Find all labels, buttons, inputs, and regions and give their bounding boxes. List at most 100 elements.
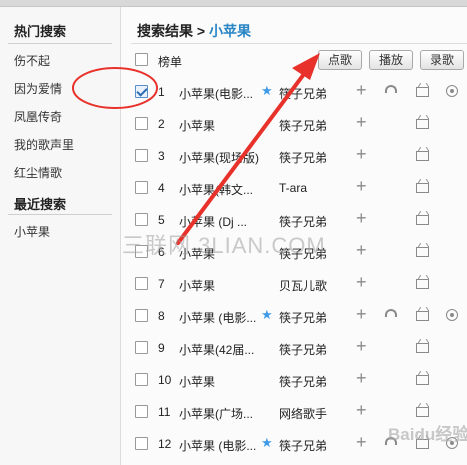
row-checkbox[interactable] xyxy=(135,149,148,162)
row-checkbox[interactable] xyxy=(135,117,148,130)
sidebar-divider xyxy=(8,43,112,44)
add-icon[interactable]: + xyxy=(356,433,367,451)
artist-name[interactable]: 网络歌手 xyxy=(279,405,327,422)
row-checkbox[interactable] xyxy=(135,309,148,322)
song-row[interactable]: 10 小苹果 筷子兄弟 + xyxy=(121,364,467,396)
artist-name[interactable]: 筷子兄弟 xyxy=(279,117,327,134)
query-text: 小苹果 xyxy=(208,23,251,39)
row-number: 4 xyxy=(158,181,165,195)
add-icon[interactable]: + xyxy=(356,177,367,195)
add-icon[interactable]: + xyxy=(356,401,367,419)
song-row[interactable]: 2 小苹果 筷子兄弟 + xyxy=(121,108,467,140)
song-title[interactable]: 小苹果(现场版) xyxy=(179,149,263,166)
tv-icon[interactable] xyxy=(416,119,429,129)
tv-icon[interactable] xyxy=(416,215,429,225)
row-number: 12 xyxy=(158,437,172,451)
record-button[interactable]: 录歌 xyxy=(420,50,465,70)
request-song-button[interactable]: 点歌 xyxy=(318,50,363,70)
song-title[interactable]: 小苹果(42届... xyxy=(179,341,263,358)
artist-name[interactable]: 筷子兄弟 xyxy=(279,309,327,326)
chart-label: 榜单 xyxy=(158,55,183,69)
song-row[interactable]: 8 小苹果 (电影... ★ 筷子兄弟 + xyxy=(121,300,467,332)
hot-search-item[interactable]: 红尘情歌 xyxy=(14,164,62,181)
play-circle-icon[interactable] xyxy=(446,309,458,321)
breadcrumb-separator: > xyxy=(196,23,206,39)
row-number: 9 xyxy=(158,341,165,355)
add-icon[interactable]: + xyxy=(356,145,367,163)
headphone-icon[interactable] xyxy=(385,85,397,93)
song-title[interactable]: 小苹果 xyxy=(179,373,263,390)
row-number: 1 xyxy=(158,85,165,99)
tv-icon[interactable] xyxy=(416,311,429,321)
tv-icon[interactable] xyxy=(416,183,429,193)
song-row[interactable]: 7 小苹果 贝瓦儿歌 + xyxy=(121,268,467,300)
row-checkbox[interactable] xyxy=(135,181,148,194)
star-icon: ★ xyxy=(261,83,273,98)
add-icon[interactable]: + xyxy=(356,369,367,387)
tv-icon[interactable] xyxy=(416,375,429,385)
tv-icon[interactable] xyxy=(416,247,429,257)
row-checkbox[interactable] xyxy=(135,341,148,354)
song-row[interactable]: 4 小苹果(韩文... T-ara + xyxy=(121,172,467,204)
song-title[interactable]: 小苹果(韩文... xyxy=(179,181,263,198)
play-button[interactable]: 播放 xyxy=(369,50,414,70)
row-checkbox[interactable] xyxy=(135,405,148,418)
results-heading: 搜索结果 > 小苹果 xyxy=(137,21,251,41)
tv-icon[interactable] xyxy=(416,407,429,417)
recent-search-item[interactable]: 小苹果 xyxy=(14,223,50,240)
add-icon[interactable]: + xyxy=(356,209,367,227)
song-title[interactable]: 小苹果 xyxy=(179,117,263,134)
artist-name[interactable]: 筷子兄弟 xyxy=(279,437,327,454)
row-checkbox[interactable] xyxy=(135,373,148,386)
song-row[interactable]: 3 小苹果(现场版) 筷子兄弟 + xyxy=(121,140,467,172)
results-label: 搜索结果 xyxy=(137,23,193,39)
headphone-icon[interactable] xyxy=(385,309,397,317)
row-checkbox[interactable] xyxy=(135,277,148,290)
row-checkbox[interactable] xyxy=(135,437,148,450)
song-title[interactable]: 小苹果(广场... xyxy=(179,405,263,422)
song-row[interactable]: 9 小苹果(42届... 筷子兄弟 + xyxy=(121,332,467,364)
row-number: 11 xyxy=(158,405,171,419)
row-number: 7 xyxy=(158,277,165,291)
artist-name[interactable]: 筷子兄弟 xyxy=(279,85,327,102)
star-icon: ★ xyxy=(261,307,273,322)
sidebar: 热门搜索 伤不起 因为爱情 凤凰传奇 我的歌声里 红尘情歌 最近搜索 小苹果 xyxy=(0,7,121,465)
star-icon: ★ xyxy=(261,435,273,450)
song-title[interactable]: 小苹果 (电影... xyxy=(179,309,263,326)
add-icon[interactable]: + xyxy=(356,113,367,131)
artist-name[interactable]: T-ara xyxy=(279,181,307,195)
row-checkbox[interactable] xyxy=(135,213,148,226)
add-icon[interactable]: + xyxy=(356,81,367,99)
tv-icon[interactable] xyxy=(416,279,429,289)
hot-search-item[interactable]: 伤不起 xyxy=(14,52,50,69)
play-circle-icon[interactable] xyxy=(446,85,458,97)
sidebar-divider xyxy=(8,214,112,215)
header-divider xyxy=(131,43,467,44)
add-icon[interactable]: + xyxy=(356,305,367,323)
hot-search-item[interactable]: 我的歌声里 xyxy=(14,136,74,153)
select-all-checkbox[interactable] xyxy=(135,53,148,66)
add-icon[interactable]: + xyxy=(356,241,367,259)
song-title[interactable]: 小苹果(电影... xyxy=(179,85,263,102)
baidu-watermark: Baidu经验 xyxy=(388,425,467,444)
tv-icon[interactable] xyxy=(416,151,429,161)
window-top-bar xyxy=(0,0,467,7)
artist-name[interactable]: 贝瓦儿歌 xyxy=(279,277,327,294)
row-number: 5 xyxy=(158,213,165,227)
artist-name[interactable]: 筷子兄弟 xyxy=(279,373,327,390)
artist-name[interactable]: 筷子兄弟 xyxy=(279,341,327,358)
site-watermark: 三联网 3LIAN.COM xyxy=(122,233,326,258)
row-number: 3 xyxy=(158,149,165,163)
hot-search-item[interactable]: 因为爱情 xyxy=(14,80,62,97)
song-title[interactable]: 小苹果 (电影... xyxy=(179,437,263,454)
add-icon[interactable]: + xyxy=(356,273,367,291)
tv-icon[interactable] xyxy=(416,343,429,353)
add-icon[interactable]: + xyxy=(356,337,367,355)
row-checkbox[interactable] xyxy=(135,85,148,98)
row-number: 10 xyxy=(158,373,172,387)
hot-search-item[interactable]: 凤凰传奇 xyxy=(14,108,62,125)
song-title[interactable]: 小苹果 xyxy=(179,277,263,294)
artist-name[interactable]: 筷子兄弟 xyxy=(279,149,327,166)
tv-icon[interactable] xyxy=(416,87,429,97)
song-row[interactable]: 1 小苹果(电影... ★ 筷子兄弟 + xyxy=(121,76,467,108)
